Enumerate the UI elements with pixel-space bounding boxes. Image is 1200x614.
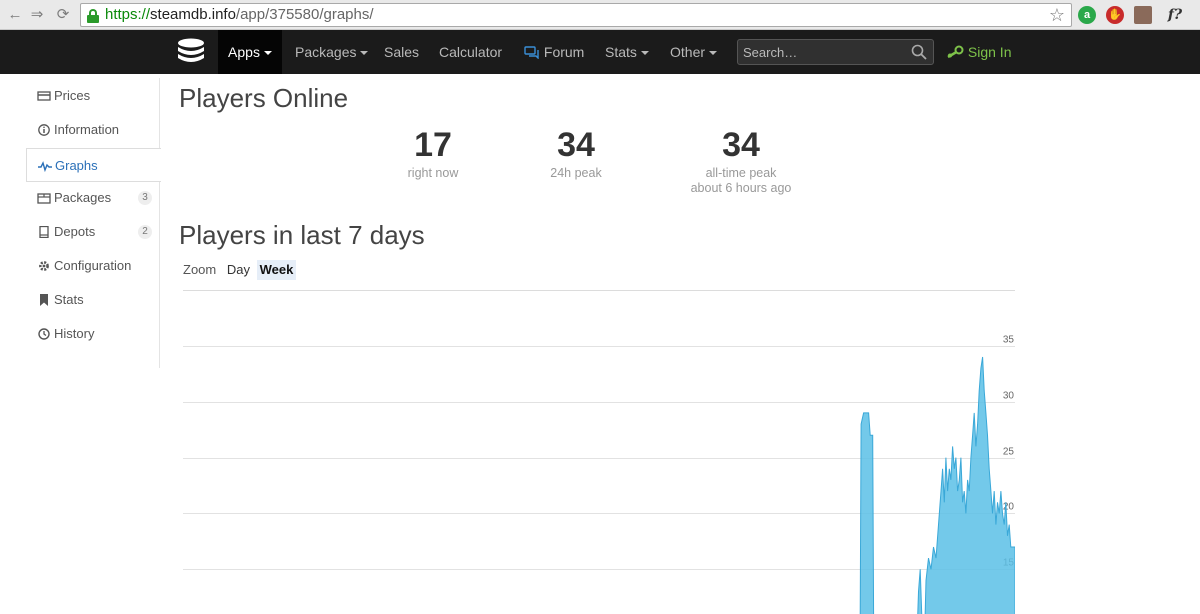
y-tick-label: 30 <box>1003 391 1015 402</box>
stat-value: 34 <box>557 126 595 164</box>
nav-calculator[interactable]: Calculator <box>439 30 502 74</box>
chat-icon <box>524 46 539 60</box>
players-area-series[interactable] <box>859 356 1015 614</box>
stat-label: right now <box>407 166 459 180</box>
players-online-title: Players Online <box>179 83 349 113</box>
address-bar[interactable]: https://steamdb.info/app/375580/graphs/ … <box>80 3 1072 27</box>
reload-icon[interactable]: ⟳ <box>54 6 72 24</box>
sidebar-item-stats[interactable]: Stats <box>26 283 160 317</box>
nav-forum[interactable]: Forum <box>524 30 584 74</box>
app-sidebar: Prices Information Graphs Packages 3 Dep… <box>26 78 161 368</box>
stat-label: 24h peak <box>550 166 602 180</box>
info-icon <box>38 124 50 136</box>
zoom-day-button[interactable]: Day <box>224 260 253 280</box>
stat-right-now: 17 right now <box>393 124 473 181</box>
zoom-week-button[interactable]: Week <box>256 260 297 280</box>
sidebar-item-configuration[interactable]: Configuration <box>26 249 160 283</box>
lock-icon <box>87 9 99 23</box>
depot-count-badge: 2 <box>138 225 152 239</box>
players-week-title: Players in last 7 days <box>179 220 425 250</box>
caret-down-icon <box>640 51 649 55</box>
y-tick-label: 25 <box>1003 447 1015 458</box>
stat-all-time-peak: 34 all-time peak about 6 hours ago <box>681 124 801 196</box>
nav-stats[interactable]: Stats <box>605 30 649 74</box>
nav-packages[interactable]: Packages <box>295 30 369 74</box>
y-tick-label: 20 <box>1003 502 1015 513</box>
nav-other[interactable]: Other <box>670 30 718 74</box>
depot-icon <box>39 226 49 238</box>
zoom-label: Zoom <box>183 262 217 277</box>
graph-icon <box>38 161 52 172</box>
browser-toolbar: ← ⇒ ⟳ https://steamdb.info/app/375580/gr… <box>0 0 1200 30</box>
bookmark-star-icon[interactable]: ☆ <box>1049 5 1065 25</box>
prices-icon <box>37 91 51 101</box>
sidebar-item-prices[interactable]: Prices <box>26 79 160 113</box>
caret-down-icon <box>263 51 272 55</box>
search-input[interactable] <box>738 40 908 64</box>
stop-icon[interactable]: ✋ <box>1106 6 1124 24</box>
zoom-controls: Zoom Day Week <box>183 260 297 280</box>
sidebar-item-depots[interactable]: Depots 2 <box>26 215 160 249</box>
forward-icon[interactable]: ⇒ <box>28 6 46 24</box>
search-box <box>737 39 934 65</box>
steam-icon <box>947 45 964 59</box>
caret-down-icon <box>709 51 718 55</box>
f-icon[interactable]: f? <box>1164 6 1186 24</box>
search-icon[interactable] <box>911 44 927 60</box>
players-chart[interactable]: 1520253035 <box>183 290 1015 614</box>
bookmark-icon <box>40 294 48 306</box>
a-icon[interactable]: a <box>1078 6 1096 24</box>
stat-value: 34 <box>722 126 760 164</box>
sidebar-item-history[interactable]: History <box>26 317 160 351</box>
gear-icon <box>39 261 49 271</box>
sidebar-item-information[interactable]: Information <box>26 113 160 147</box>
site-navbar: Apps Packages Sales Calculator Forum Sta… <box>0 30 1200 74</box>
stat-24h-peak: 34 24h peak <box>536 124 616 181</box>
nav-apps[interactable]: Apps <box>218 30 282 74</box>
package-icon <box>37 193 51 204</box>
y-tick-label: 35 <box>1003 335 1015 346</box>
package-count-badge: 3 <box>138 191 152 205</box>
sidebar-item-packages[interactable]: Packages 3 <box>26 181 160 215</box>
stat-value: 17 <box>414 126 452 164</box>
avatar-icon[interactable] <box>1134 6 1152 24</box>
url-text[interactable]: https://steamdb.info/app/375580/graphs/ <box>105 7 374 23</box>
history-icon <box>38 328 50 340</box>
sidebar-item-graphs[interactable]: Graphs <box>26 148 161 182</box>
back-icon[interactable]: ← <box>6 6 24 24</box>
nav-sales[interactable]: Sales <box>384 30 419 74</box>
stat-sublabel: about 6 hours ago <box>690 181 792 195</box>
steamdb-logo-icon[interactable] <box>176 38 206 66</box>
caret-down-icon <box>360 51 369 55</box>
stat-label: all-time peak <box>705 166 777 180</box>
sign-in-link[interactable]: Sign In <box>946 30 1011 74</box>
